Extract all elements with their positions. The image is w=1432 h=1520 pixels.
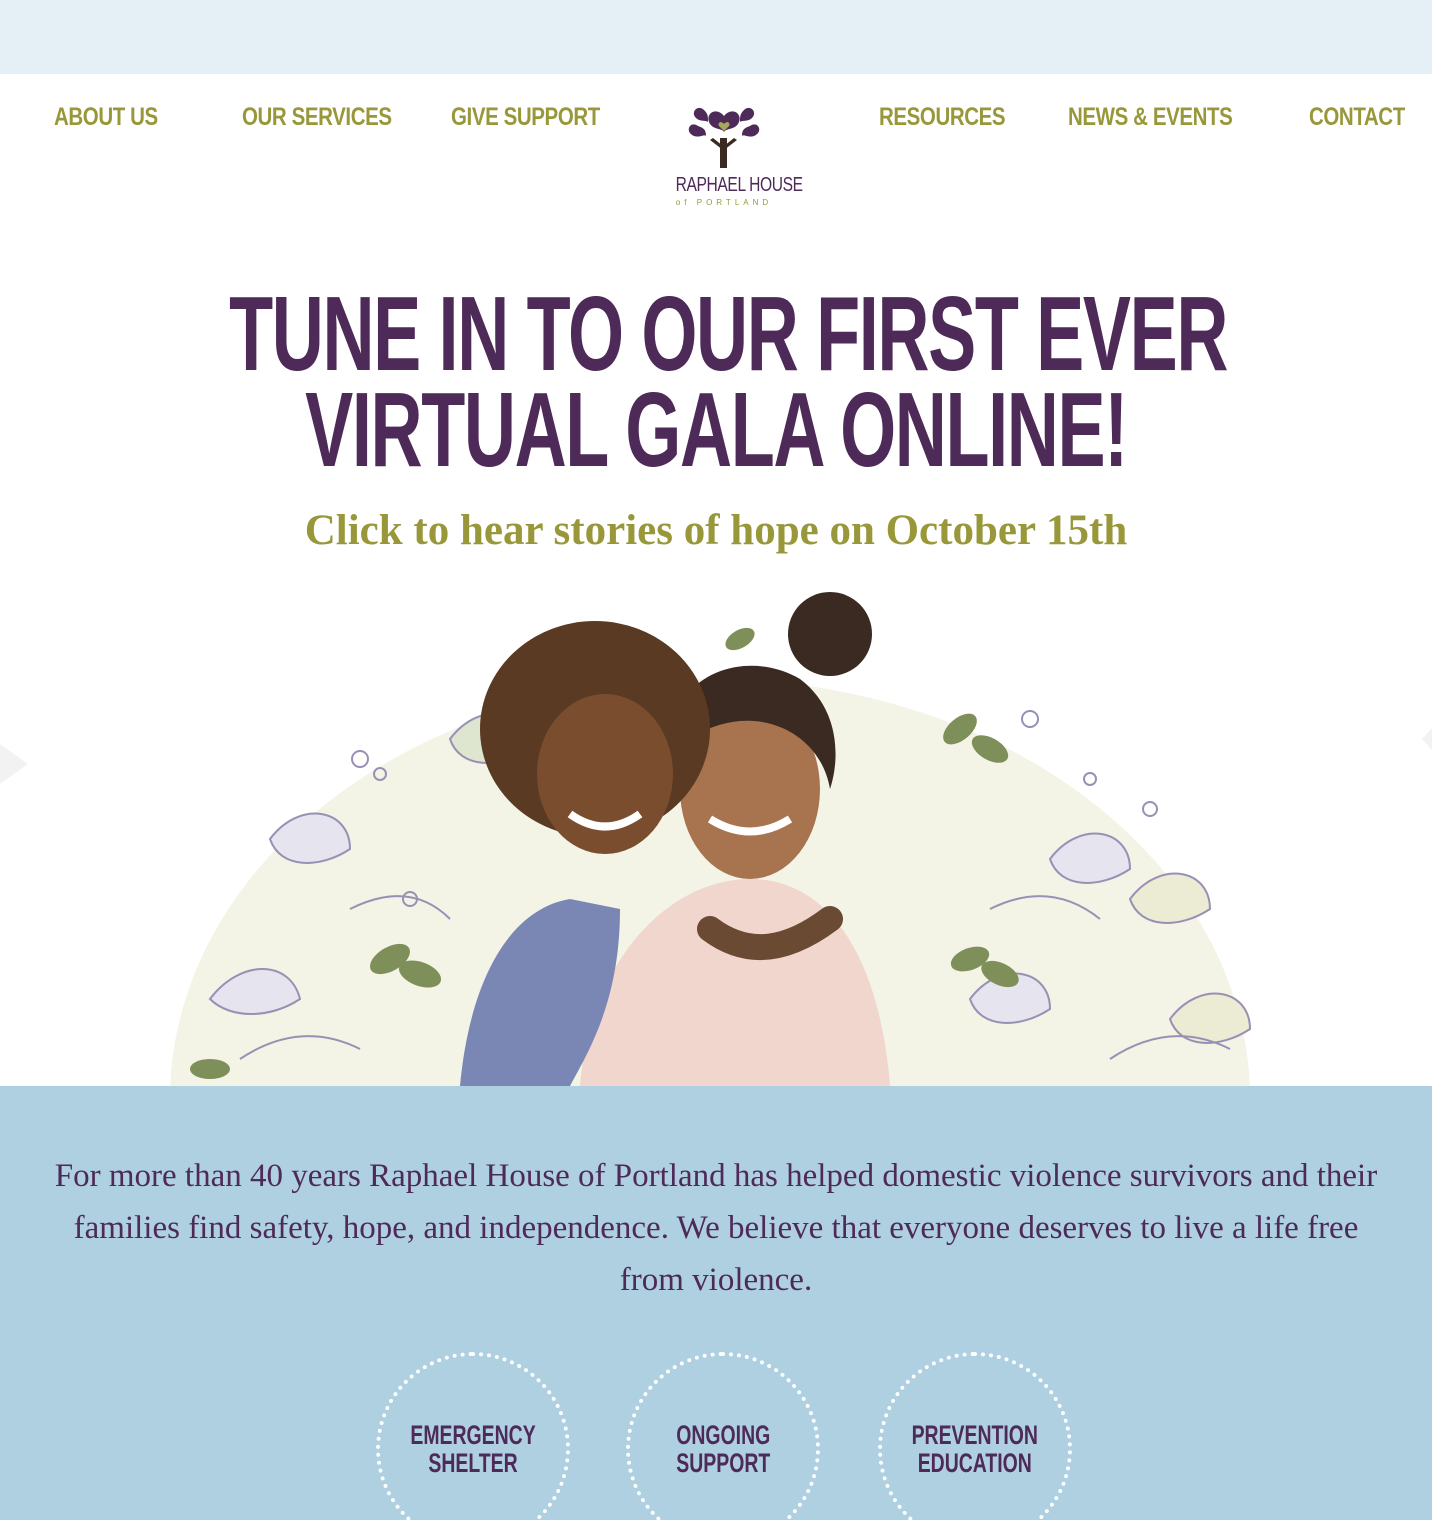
nav-give-support[interactable]: GIVE SUPPORT <box>451 100 600 134</box>
previous-slide-arrow[interactable] <box>0 734 30 794</box>
logo-subtitle: of PORTLAND <box>675 198 773 207</box>
mission-statement: For more than 40 years Raphael House of … <box>54 1158 1378 1298</box>
tree-heart-icon <box>688 107 760 168</box>
program-label: EMERGENCY SHELTER <box>410 1420 536 1478</box>
hero-banner[interactable]: TUNE IN TO OUR FIRST EVER VIRTUAL GALA O… <box>0 234 1432 1086</box>
top-bar <box>0 0 1432 74</box>
nav-our-services[interactable]: OUR SERVICES <box>242 100 392 134</box>
program-prevention-education[interactable]: PREVENTION EDUCATION <box>878 1352 1072 1520</box>
program-ongoing-support[interactable]: ONGOING SUPPORT <box>626 1352 820 1520</box>
mission-section: For more than 40 years Raphael House of … <box>0 1086 1432 1520</box>
hero-title-line-1: TUNE IN TO OUR FIRST EVER <box>229 275 1228 393</box>
program-label: PREVENTION EDUCATION <box>911 1420 1039 1478</box>
hero-title: TUNE IN TO OUR FIRST EVER VIRTUAL GALA O… <box>229 275 1228 489</box>
hero-subtitle[interactable]: Click to hear stories of hope on October… <box>0 506 1432 555</box>
next-slide-arrow[interactable] <box>1420 724 1432 754</box>
nav-news-events[interactable]: NEWS & EVENTS <box>1068 100 1233 134</box>
hero-title-line-2: VIRTUAL GALA ONLINE! <box>305 371 1128 489</box>
logo-name: RAPHAEL HOUSE <box>675 174 803 196</box>
program-emergency-shelter[interactable]: EMERGENCY SHELTER <box>376 1352 570 1520</box>
nav-contact[interactable]: CONTACT <box>1309 100 1405 134</box>
program-label: ONGOING SUPPORT <box>676 1420 770 1478</box>
nav-resources[interactable]: RESOURCES <box>879 100 1006 134</box>
nav-about-us[interactable]: ABOUT US <box>54 100 158 134</box>
site-logo[interactable]: RAPHAEL HOUSE of PORTLAND <box>662 104 803 210</box>
hero-illustration <box>170 592 1252 1086</box>
